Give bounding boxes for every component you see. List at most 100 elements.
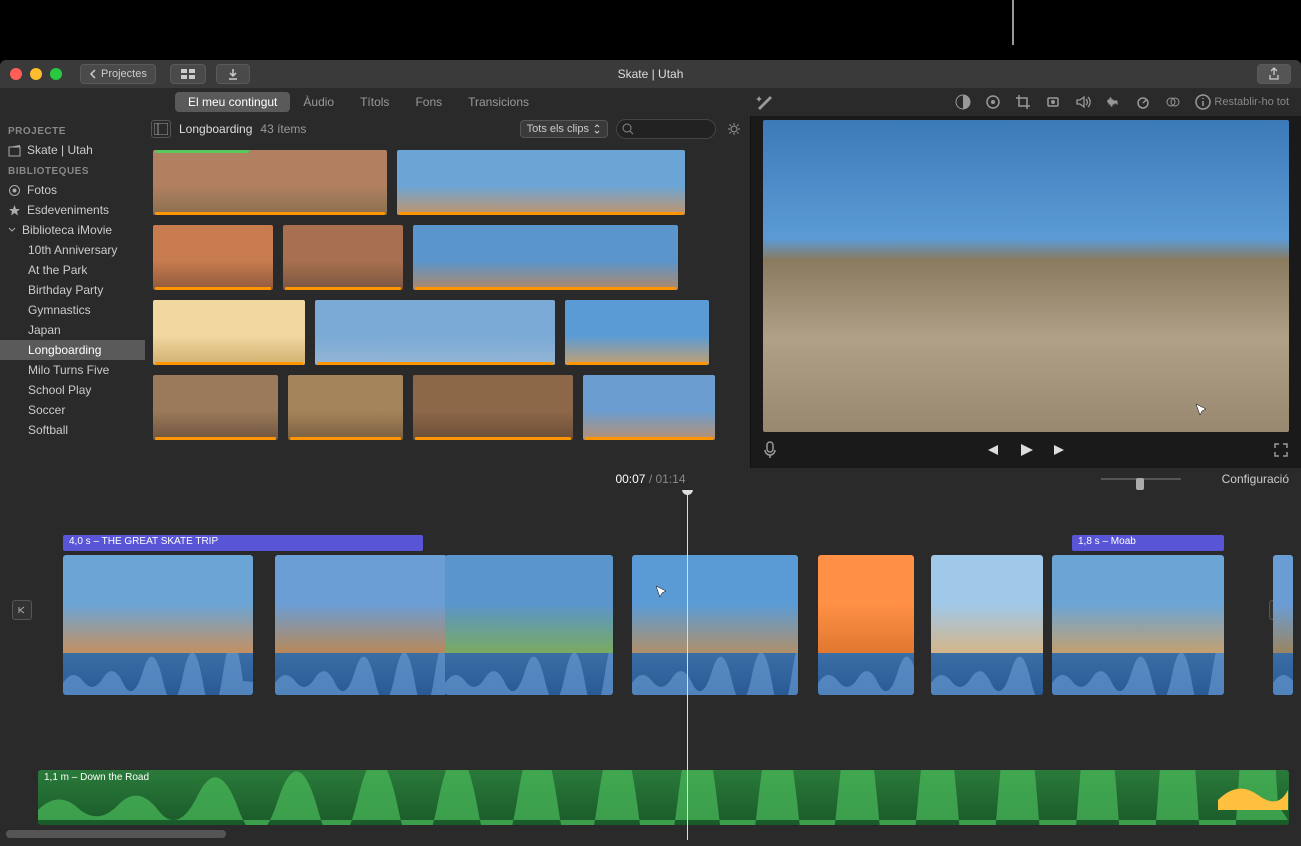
zoom-slider[interactable]: [1101, 472, 1181, 486]
browser-settings-button[interactable]: [724, 119, 744, 139]
import-button[interactable]: [216, 64, 250, 84]
content-tabs-row: El meu contingut Àudio Títols Fons Trans…: [0, 88, 1301, 116]
timeline-video-clip[interactable]: [1273, 555, 1293, 695]
browser-clip[interactable]: [583, 375, 715, 440]
noise-icon[interactable]: [1105, 94, 1121, 110]
close-button[interactable]: [10, 68, 22, 80]
enhance-button[interactable]: [755, 93, 773, 111]
reset-all-button[interactable]: Restablir-ho tot: [1214, 96, 1289, 108]
sidebar-header-project: PROJECTE: [0, 120, 145, 140]
clip-grid: [145, 142, 750, 468]
sidebar-event-item[interactable]: Softball: [0, 420, 145, 440]
browser-item-count: 43 ítems: [260, 122, 306, 136]
clip-filter-icon[interactable]: [1165, 94, 1181, 110]
timeline-video-clip[interactable]: [445, 555, 613, 695]
sidebar-event-item[interactable]: Gymnastics: [0, 300, 145, 320]
browser-clip[interactable]: [413, 375, 573, 440]
tab-audio[interactable]: Àudio: [290, 92, 347, 112]
sidebar-imovie-library[interactable]: Biblioteca iMovie: [0, 220, 145, 240]
volume-icon[interactable]: [1075, 94, 1091, 110]
timeline-video-clip[interactable]: [1052, 555, 1224, 695]
color-balance-icon[interactable]: [955, 94, 971, 110]
sidebar-event-item[interactable]: Birthday Party: [0, 280, 145, 300]
title-clip[interactable]: 4,0 s – THE GREAT SKATE TRIP: [63, 535, 423, 551]
timeline-scrollbar[interactable]: [6, 830, 226, 838]
chevron-left-icon: [89, 69, 97, 79]
browser-filter-dropdown[interactable]: Tots els clips: [520, 120, 608, 138]
info-icon[interactable]: [1195, 94, 1211, 110]
clapperboard-icon: [8, 144, 21, 157]
maximize-button[interactable]: [50, 68, 62, 80]
prev-button[interactable]: [984, 443, 1000, 457]
title-clip[interactable]: 1,8 s – Moab: [1072, 535, 1224, 551]
browser-clip[interactable]: [565, 300, 709, 365]
updown-icon: [593, 124, 601, 134]
sidebar-event-item[interactable]: 10th Anniversary: [0, 240, 145, 260]
viewer-panel: [751, 116, 1301, 468]
browser-clip[interactable]: [153, 300, 305, 365]
events-list: 10th AnniversaryAt the ParkBirthday Part…: [0, 240, 145, 440]
color-wheel-icon[interactable]: [985, 94, 1001, 110]
timeline-video-clip[interactable]: [632, 555, 798, 695]
tab-transitions[interactable]: Transicions: [455, 92, 542, 112]
adjust-icons: [955, 94, 1211, 110]
timeline-video-clip[interactable]: [275, 555, 447, 695]
media-browser: Longboarding 43 ítems Tots els clips: [145, 116, 751, 468]
next-button[interactable]: [1052, 443, 1068, 457]
sidebar-event-item[interactable]: School Play: [0, 380, 145, 400]
back-label: Projectes: [101, 68, 147, 80]
browser-clip[interactable]: [283, 225, 403, 290]
share-button[interactable]: [1257, 64, 1291, 84]
sidebar-photos[interactable]: Fotos: [0, 180, 145, 200]
total-duration: 01:14: [656, 472, 686, 486]
sidebar-events[interactable]: Esdeveniments: [0, 200, 145, 220]
library-label: Biblioteca iMovie: [22, 223, 112, 237]
main-row: PROJECTE Skate | Utah BIBLIOTEQUES Fotos…: [0, 116, 1301, 468]
browser-clip[interactable]: [153, 225, 273, 290]
sidebar-event-item[interactable]: Japan: [0, 320, 145, 340]
browser-clip[interactable]: [153, 150, 387, 215]
current-time: 00:07: [615, 472, 645, 486]
photos-label: Fotos: [27, 183, 57, 197]
browser-clip[interactable]: [397, 150, 685, 215]
sidebar-toggle-button[interactable]: [151, 120, 171, 138]
browser-clip[interactable]: [153, 375, 278, 440]
browser-clip[interactable]: [413, 225, 678, 290]
sidebar-event-item[interactable]: Longboarding: [0, 340, 145, 360]
crop-icon[interactable]: [1015, 94, 1031, 110]
minimize-button[interactable]: [30, 68, 42, 80]
audio-track[interactable]: 1,1 m – Down the Road: [38, 770, 1289, 825]
gear-icon: [726, 121, 742, 137]
tab-titles[interactable]: Títols: [347, 92, 402, 112]
stabilize-icon[interactable]: [1045, 94, 1061, 110]
play-button[interactable]: [1018, 442, 1034, 458]
theater-button[interactable]: [170, 64, 206, 84]
timeline-video-clip[interactable]: [818, 555, 914, 695]
browser-event-name: Longboarding: [179, 122, 252, 136]
browser-search-input[interactable]: [616, 119, 716, 139]
sidebar-event-item[interactable]: Milo Turns Five: [0, 360, 145, 380]
sidebar-event-item[interactable]: At the Park: [0, 260, 145, 280]
sidebar-project-item[interactable]: Skate | Utah: [0, 140, 145, 160]
tab-backgrounds[interactable]: Fons: [402, 92, 455, 112]
playhead[interactable]: [687, 490, 688, 840]
timeline-config-button[interactable]: Configuració: [1222, 472, 1289, 486]
fullscreen-button[interactable]: [1273, 442, 1289, 458]
sidebar-event-item[interactable]: Soccer: [0, 400, 145, 420]
timeline-video-clip[interactable]: [63, 555, 253, 695]
viewer-canvas[interactable]: [763, 120, 1289, 432]
tab-my-content[interactable]: El meu contingut: [175, 92, 290, 112]
record-voiceover-button[interactable]: [763, 441, 777, 459]
audio-clip-label: 1,1 m – Down the Road: [44, 772, 149, 783]
zoom-thumb[interactable]: [1136, 478, 1144, 490]
browser-clip[interactable]: [315, 300, 555, 365]
track-handle-left[interactable]: [12, 600, 32, 620]
timeline[interactable]: 4,0 s – THE GREAT SKATE TRIP 1,8 s – Moab…: [0, 490, 1301, 840]
timeline-video-clip[interactable]: [931, 555, 1043, 695]
project-name: Skate | Utah: [27, 143, 93, 157]
back-projects-button[interactable]: Projectes: [80, 64, 156, 84]
speed-icon[interactable]: [1135, 94, 1151, 110]
browser-clip[interactable]: [288, 375, 403, 440]
download-icon: [227, 68, 239, 80]
sidebar-header-libraries: BIBLIOTEQUES: [0, 160, 145, 180]
